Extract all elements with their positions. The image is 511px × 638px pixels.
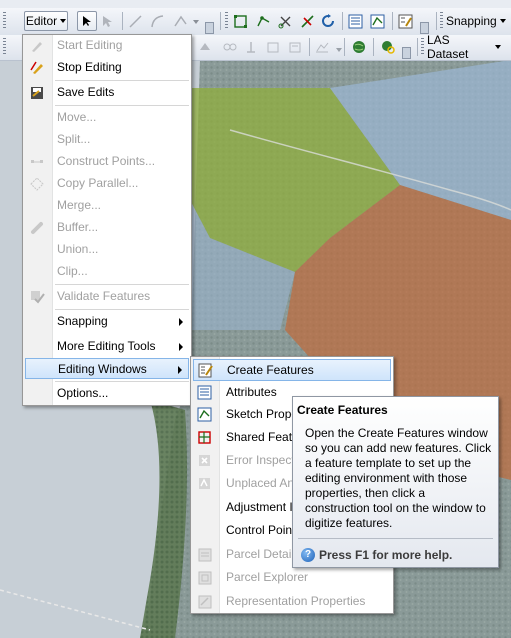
menu-item-buffer[interactable]: Buffer... — [25, 217, 189, 238]
tool-icon[interactable] — [222, 40, 237, 55]
parcel-details-icon — [198, 548, 212, 562]
tool-icon[interactable] — [288, 40, 303, 55]
menu-item-merge[interactable]: Merge... — [25, 195, 189, 216]
las-dataset-dropdown-label: LAS Dataset — [427, 33, 469, 61]
menu-item-options[interactable]: Options... — [25, 383, 189, 404]
menu-item-copy-parallel[interactable]: Copy Parallel... — [25, 173, 189, 194]
profile-graph-icon[interactable] — [315, 40, 330, 55]
menu-item-union[interactable]: Union... — [25, 239, 189, 260]
representation-properties-icon — [198, 595, 212, 609]
menu-item-move[interactable]: Move... — [25, 107, 189, 128]
globe-icon[interactable] — [352, 40, 367, 55]
menu-item-validate-features[interactable]: Validate Features — [25, 286, 189, 307]
editor-menu: Start Editing Stop Editing Save Edits Mo… — [22, 34, 192, 406]
toolbar-grip[interactable] — [421, 38, 424, 56]
submenu-item-create-features[interactable]: Create Features — [193, 359, 391, 381]
endpoint-arc-icon[interactable] — [150, 14, 165, 29]
sketch-properties-icon — [197, 407, 212, 422]
menu-item-save-edits[interactable]: Save Edits — [25, 82, 189, 103]
menu-item-more-editing-tools[interactable]: More Editing Tools — [25, 336, 189, 357]
save-icon — [31, 87, 43, 99]
tool-icon[interactable] — [266, 40, 281, 55]
edit-tool-button[interactable] — [77, 11, 97, 31]
unplaced-annotation-icon — [199, 478, 210, 489]
toolbar-grip[interactable] — [225, 12, 228, 30]
menu-item-construct-points[interactable]: Construct Points... — [25, 151, 189, 172]
tool-icon[interactable] — [198, 40, 213, 55]
tooltip-body: Open the Create Features window so you c… — [305, 426, 492, 530]
menu-item-editing-windows[interactable]: Editing Windows — [25, 358, 189, 379]
submenu-arrow-icon — [179, 343, 183, 351]
error-inspector-icon — [199, 455, 210, 466]
chevron-down-icon[interactable] — [336, 48, 342, 52]
submenu-item-parcel-explorer[interactable]: Parcel Explorer — [193, 567, 391, 589]
tool-icon[interactable] — [244, 40, 259, 55]
editor-toolbar: Editor Snapping — [0, 8, 511, 36]
editor-dropdown-label: Editor — [25, 14, 58, 28]
toolbar-grip[interactable] — [3, 38, 6, 56]
submenu-item-representation-properties[interactable]: Representation Properties — [193, 591, 391, 613]
las-dataset-dropdown-button[interactable]: LAS Dataset — [426, 33, 502, 61]
toolbar-grip[interactable] — [3, 12, 6, 30]
validate-icon — [31, 291, 45, 304]
edit-vertices-icon[interactable] — [233, 14, 248, 29]
menu-item-stop-editing[interactable]: Stop Editing — [25, 57, 189, 78]
snapping-dropdown-button[interactable]: Snapping — [445, 11, 507, 31]
create-features-tooltip: Create Features Open the Create Features… — [292, 396, 499, 568]
help-icon: ? — [301, 548, 315, 562]
editor-dropdown-button[interactable]: Editor — [24, 11, 68, 31]
globe-search-icon[interactable] — [381, 40, 396, 55]
buffer-icon — [31, 222, 43, 234]
menu-item-snapping[interactable]: Snapping — [25, 311, 189, 332]
snapping-dropdown-label: Snapping — [446, 14, 497, 28]
sketch-properties-icon[interactable] — [370, 14, 385, 29]
copy-parallel-icon — [30, 177, 44, 191]
create-features-icon — [198, 363, 213, 378]
tooltip-title: Create Features — [297, 403, 388, 417]
stop-editing-icon — [30, 61, 43, 74]
chevron-down-icon[interactable] — [193, 20, 199, 24]
reshape-feature-icon[interactable] — [256, 14, 271, 29]
toolbar-overflow-button[interactable] — [205, 22, 214, 34]
menu-item-split[interactable]: Split... — [25, 129, 189, 150]
tooltip-help-text: Press F1 for more help. — [319, 548, 453, 562]
pencil-icon — [32, 42, 42, 52]
edit-annotation-icon[interactable] — [101, 14, 116, 29]
toolbar-overflow-button[interactable] — [402, 47, 411, 59]
attributes-icon[interactable] — [348, 14, 363, 29]
straight-segment-icon[interactable] — [128, 14, 143, 29]
create-features-icon[interactable] — [398, 14, 413, 29]
menu-item-clip[interactable]: Clip... — [25, 261, 189, 282]
chevron-down-icon — [60, 19, 67, 23]
cut-polygons-icon[interactable] — [278, 14, 293, 29]
submenu-arrow-icon — [179, 318, 183, 326]
chevron-down-icon — [495, 45, 501, 49]
split-tool-icon[interactable] — [300, 14, 315, 29]
menu-item-start-editing[interactable]: Start Editing — [25, 35, 189, 56]
shared-features-icon — [198, 431, 211, 444]
parcel-explorer-icon — [198, 571, 212, 585]
construct-points-icon — [31, 160, 43, 163]
trace-tool-icon[interactable] — [173, 14, 188, 29]
submenu-arrow-icon — [178, 366, 182, 374]
toolbar-grip[interactable] — [440, 12, 443, 30]
rotate-tool-icon[interactable] — [321, 14, 336, 29]
attributes-icon — [197, 385, 212, 400]
cursor-arrow-icon — [83, 16, 91, 26]
chevron-down-icon — [499, 19, 506, 23]
